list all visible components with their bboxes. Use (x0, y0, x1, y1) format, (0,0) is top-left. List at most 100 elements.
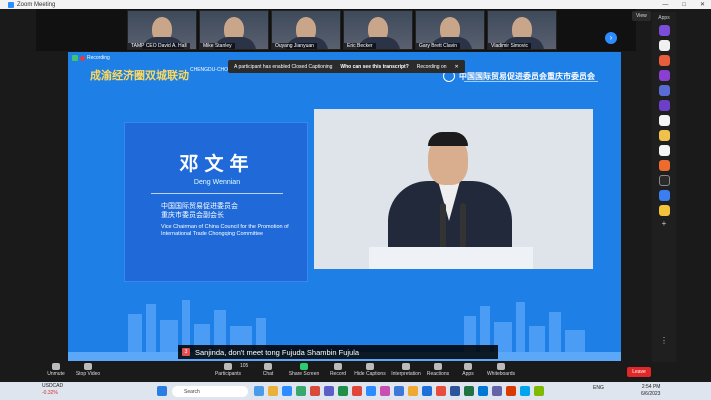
app-icon[interactable] (658, 40, 670, 51)
app-icon[interactable] (658, 25, 670, 36)
speaker-title-chinese: 中国国际贸易促进委员会 重庆市委员会副会长 (161, 203, 238, 219)
more-options-icon[interactable]: ⋮ (652, 336, 676, 345)
microphone-icon (440, 203, 446, 249)
participant-name: Gary Brett Clavin (416, 43, 461, 49)
taskbar-app-icon[interactable] (296, 386, 306, 396)
maximize-button[interactable]: □ (682, 2, 686, 8)
app-icon[interactable] (658, 175, 670, 186)
interpretation-button[interactable]: Interpretation (388, 363, 424, 377)
app-icon[interactable] (658, 160, 670, 171)
taskbar-app-icon[interactable] (478, 386, 488, 396)
window-title: Zoom Meeting (17, 1, 56, 8)
recording-indicator: Recording (72, 55, 110, 61)
chat-icon (264, 363, 272, 370)
app-icon[interactable] (658, 100, 670, 111)
participant-tile[interactable]: Eric Becker (343, 10, 413, 50)
windows-start-icon[interactable] (157, 386, 167, 396)
taskbar-app-icon[interactable] (254, 386, 264, 396)
microphone-off-icon (52, 363, 60, 370)
taskbar-app-icon[interactable] (436, 386, 446, 396)
share-screen-icon (300, 363, 308, 370)
system-tray[interactable]: ENG (593, 385, 604, 391)
speaker-name-chinese: 邓文年 (179, 154, 255, 175)
transcript-visibility-link[interactable]: Who can see this transcript? (340, 64, 408, 70)
view-button[interactable]: View (632, 11, 651, 21)
taskbar-clock[interactable]: 2:54 PM 6/6/2023 (641, 384, 660, 398)
app-icon[interactable] (658, 55, 670, 66)
taskbar-app-icon[interactable] (268, 386, 278, 396)
app-icon[interactable] (658, 115, 670, 126)
apps-button[interactable]: Apps (450, 363, 486, 377)
windows-taskbar: USDCAD -0.32% Search ENG 2:54 PM 6/6/202… (0, 382, 711, 400)
taskbar-app-icon[interactable] (464, 386, 474, 396)
video-camera-icon (84, 363, 92, 370)
divider (464, 81, 598, 82)
speaker-video (314, 109, 593, 269)
taskbar-app-icon[interactable] (408, 386, 418, 396)
participant-name: TAMP CEO David A. Hall (128, 43, 190, 49)
speaker-title-english: Vice Chairman of China Council for the P… (161, 224, 289, 237)
stop-video-button[interactable]: Stop Video (70, 363, 106, 377)
caption-text: Sanjinda, don't meet tong Fujuda Shambin… (195, 347, 360, 357)
close-icon[interactable]: ✕ (455, 64, 459, 70)
shield-icon (72, 55, 78, 61)
apps-icon (464, 363, 472, 370)
participant-name: Mike Stanley (200, 43, 235, 49)
whiteboards-button[interactable]: Whiteboards (483, 363, 519, 377)
app-icon[interactable] (658, 85, 670, 96)
closed-caption-notice: A participant has enabled Closed Caption… (228, 60, 465, 73)
app-icon[interactable] (658, 190, 670, 201)
live-caption: 3 Sanjinda, don't meet tong Fujuda Shamb… (178, 345, 498, 359)
apps-sidebar-label: Apps (658, 15, 670, 21)
apps-sidebar: Apps + ⋮ (652, 12, 676, 364)
chevron-right-icon[interactable]: › (605, 32, 617, 44)
ticker-widget[interactable]: USDCAD -0.32% (42, 383, 63, 397)
hide-captions-button[interactable]: Hide Captions (352, 363, 388, 377)
share-screen-button[interactable]: Share Screen (286, 363, 322, 377)
taskbar-app-icon[interactable] (352, 386, 362, 396)
participant-tile[interactable]: Ouyang Jianyuan (271, 10, 341, 50)
app-icon[interactable] (658, 205, 670, 216)
participant-tile[interactable]: TAMP CEO David A. Hall (127, 10, 197, 50)
taskbar-app-icon[interactable] (338, 386, 348, 396)
participant-name: Ouyang Jianyuan (272, 43, 317, 49)
taskbar-app-icon[interactable] (450, 386, 460, 396)
taskbar-app-icon[interactable] (282, 386, 292, 396)
record-icon (334, 363, 342, 370)
taskbar-app-icon[interactable] (394, 386, 404, 396)
chat-button[interactable]: Chat (250, 363, 286, 377)
divider (151, 193, 283, 194)
add-app-button[interactable]: + (652, 219, 676, 228)
taskbar-app-icon[interactable] (324, 386, 334, 396)
app-icon[interactable] (658, 145, 670, 156)
taskbar-app-icon[interactable] (492, 386, 502, 396)
minimize-button[interactable]: — (662, 2, 668, 8)
taskbar-app-icon[interactable] (534, 386, 544, 396)
taskbar-app-icon[interactable] (310, 386, 320, 396)
taskbar-app-icon[interactable] (380, 386, 390, 396)
close-window-button[interactable]: ✕ (700, 1, 705, 8)
participant-tile[interactable]: Vladimir Simovic (487, 10, 557, 50)
language-indicator[interactable]: ENG (593, 385, 604, 391)
participant-tile[interactable]: Mike Stanley (199, 10, 269, 50)
taskbar-app-icon[interactable] (506, 386, 516, 396)
app-icon[interactable] (658, 130, 670, 141)
taskbar-search[interactable]: Search (172, 386, 248, 397)
globe-icon (402, 363, 410, 370)
participant-name: Eric Becker (344, 43, 376, 49)
participant-tile[interactable]: Gary Brett Clavin (415, 10, 485, 50)
taskbar-app-icon[interactable] (422, 386, 432, 396)
shared-screen-stage: Recording 成渝经济圈双城联动 CHENGDU-CHONGQING EC… (68, 52, 621, 361)
whiteboard-icon (497, 363, 505, 370)
taskbar-app-icon[interactable] (366, 386, 376, 396)
app-icon[interactable] (658, 70, 670, 81)
taskbar-app-icon[interactable] (520, 386, 530, 396)
unmute-button[interactable]: Unmute (38, 363, 74, 377)
speaker-name-english: Deng Wennian (193, 179, 241, 186)
participants-count: 105 (240, 363, 249, 369)
microphone-icon (460, 203, 466, 249)
zoom-app-icon (8, 1, 14, 8)
record-button[interactable]: Record (320, 363, 356, 377)
meeting-controls: Unmute Stop Video Participants Chat Shar… (0, 362, 711, 380)
leave-button[interactable]: Leave (627, 367, 651, 377)
